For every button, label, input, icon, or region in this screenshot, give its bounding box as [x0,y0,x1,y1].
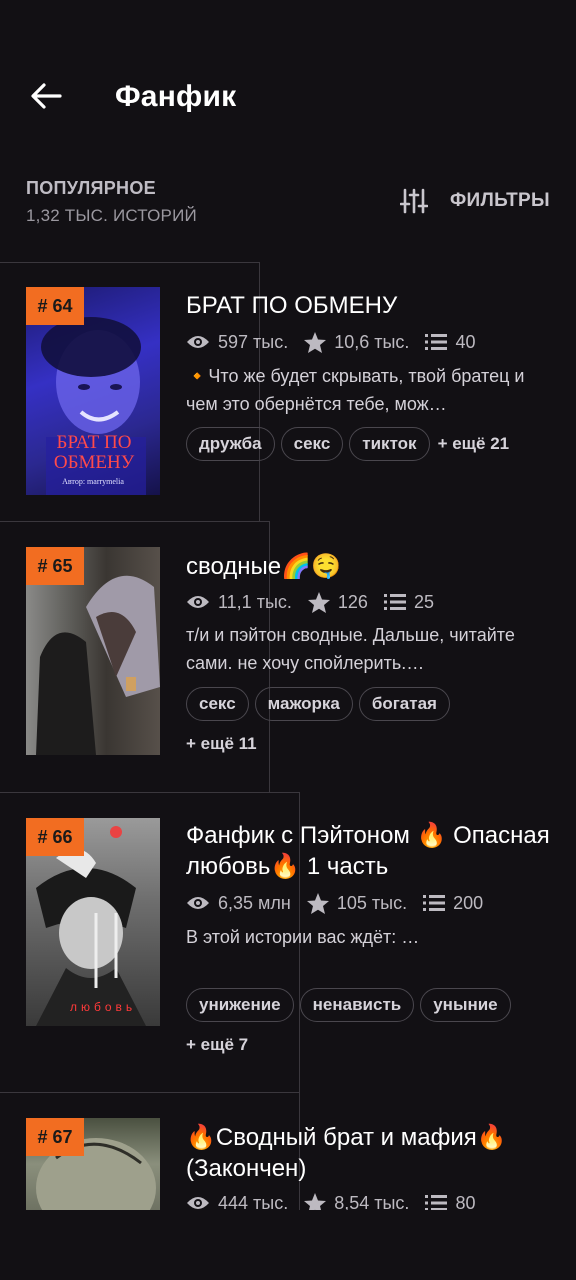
star-icon [307,591,330,613]
parts-stat: 80 [425,1192,476,1211]
votes-stat: 126 [307,591,368,613]
cover-title: любовь [70,1000,137,1014]
story-description: В этой истории вас ждёт: … [186,927,420,947]
list-icon [425,1195,448,1210]
eye-icon [187,336,209,348]
votes-count: 105 тыс. [336,892,408,913]
votes-stat: 8,54 тыс. [304,1192,410,1211]
story-cover[interactable]: любовь # 66 [26,818,160,1026]
story-title[interactable]: 🔥Сводный брат и мафия🔥 (Закончен) [186,1122,556,1184]
tag-chip[interactable]: унижение [186,988,294,1022]
parts-stat: 25 [383,591,434,613]
story-stats: 444 тыс. 8,54 тыс. 80 [186,1190,491,1210]
tag-list: дружба секс тикток + ещё 21 [186,427,556,461]
story-card[interactable]: # 67 🔥Сводный брат и мафия🔥 (Закончен) 4… [0,1092,576,1210]
parts-stat: 40 [425,332,475,353]
list-header: ПОПУЛЯРНОЕ 1,32 ТЫС. ИСТОРИЙ ФИЛЬТРЫ [0,170,576,240]
cover-title: БРАТ ПО ОБМЕНУ [53,432,135,473]
app-header: Фанфик [0,0,576,170]
rank-badge: # 66 [26,818,84,856]
rank-badge: # 67 [26,1118,84,1156]
story-count: 1,32 ТЫС. ИСТОРИЙ [26,206,197,225]
rank-badge: # 64 [26,287,84,325]
parts-count: 25 [413,591,434,612]
parts-count: 200 [453,892,484,913]
story-stats: 597 тыс. 10,6 тыс. 40 [186,329,491,355]
story-cover[interactable]: # 67 [26,1118,160,1210]
eye-icon [187,596,209,608]
story-description: 🔸Что же будет скрывать, твой братец и че… [186,366,525,414]
votes-stat: 105 тыс. [306,892,408,914]
story-card[interactable]: # 65 сводные🌈🤤 11,1 тыс. 126 25 т/и и пэ… [0,521,576,793]
list-icon [425,334,448,350]
tag-chip[interactable]: тикток [349,427,430,461]
more-tags-link[interactable]: + ещё 21 [438,434,510,454]
tag-chip[interactable]: секс [280,427,344,461]
tag-chip[interactable]: богатая [358,687,450,721]
star-icon [304,1192,327,1210]
arrow-left-icon [31,83,62,109]
list-icon [423,895,446,911]
tag-chip[interactable]: секс [186,687,249,721]
parts-stat: 200 [423,893,483,914]
tag-list: унижение ненависть уныние [186,988,556,1022]
views-stat: 6,35 млн [186,893,291,914]
views-stat: 444 тыс. [186,1192,289,1211]
parts-count: 40 [455,331,476,352]
votes-stat: 10,6 тыс. [304,331,410,353]
rank-badge: # 65 [26,547,84,585]
votes-count: 126 [337,591,368,612]
filters-button[interactable]: ФИЛЬТРЫ [400,186,550,216]
eye-icon [187,1197,209,1209]
page-title: Фанфик [115,80,237,113]
eye-icon [187,897,209,909]
story-stats: 11,1 тыс. 126 25 [186,589,450,615]
story-description: т/и и пэйтон сводные. Дальше, читайте са… [186,625,515,673]
parts-count: 80 [455,1192,476,1211]
back-button[interactable] [26,78,66,114]
more-tags-link[interactable]: + ещё 11 [186,734,257,754]
more-tags-link[interactable]: + ещё 7 [186,1035,248,1055]
tag-chip[interactable]: мажорка [254,687,353,721]
views-count: 597 тыс. [218,331,289,352]
story-cover[interactable]: БРАТ ПО ОБМЕНУ Автор: marrymelia # 64 [26,287,160,495]
sliders-icon [400,188,428,214]
story-cover[interactable]: # 65 [26,547,160,755]
views-count: 11,1 тыс. [218,591,292,612]
votes-count: 10,6 тыс. [334,331,410,352]
tag-chip[interactable]: ненависть [299,988,415,1022]
story-stats: 6,35 млн 105 тыс. 200 [186,890,499,916]
tag-chip[interactable]: уныние [420,988,511,1022]
votes-count: 8,54 тыс. [334,1192,410,1211]
views-count: 6,35 млн [218,892,291,913]
section-title: ПОПУЛЯРНОЕ [26,178,156,198]
story-title[interactable]: БРАТ ПО ОБМЕНУ [186,290,556,321]
tag-chip[interactable]: дружба [186,427,275,461]
views-stat: 11,1 тыс. [186,592,292,613]
story-card[interactable]: любовь # 66 Фанфик с Пэйтоном 🔥 Опасная … [0,792,576,1093]
views-stat: 597 тыс. [186,332,288,353]
story-card[interactable]: БРАТ ПО ОБМЕНУ Автор: marrymelia # 64 БР… [0,262,576,522]
star-icon [306,892,329,914]
star-icon [304,331,327,353]
story-title[interactable]: сводные🌈🤤 [186,551,556,582]
story-title[interactable]: Фанфик с Пэйтоном 🔥 Опасная любовь🔥 1 ча… [186,820,556,882]
tag-list: секс мажорка богатая [186,687,556,721]
cover-author: Автор: marrymelia [62,477,124,486]
views-count: 444 тыс. [218,1192,289,1211]
list-icon [383,594,406,610]
filters-label: ФИЛЬТРЫ [450,190,550,211]
